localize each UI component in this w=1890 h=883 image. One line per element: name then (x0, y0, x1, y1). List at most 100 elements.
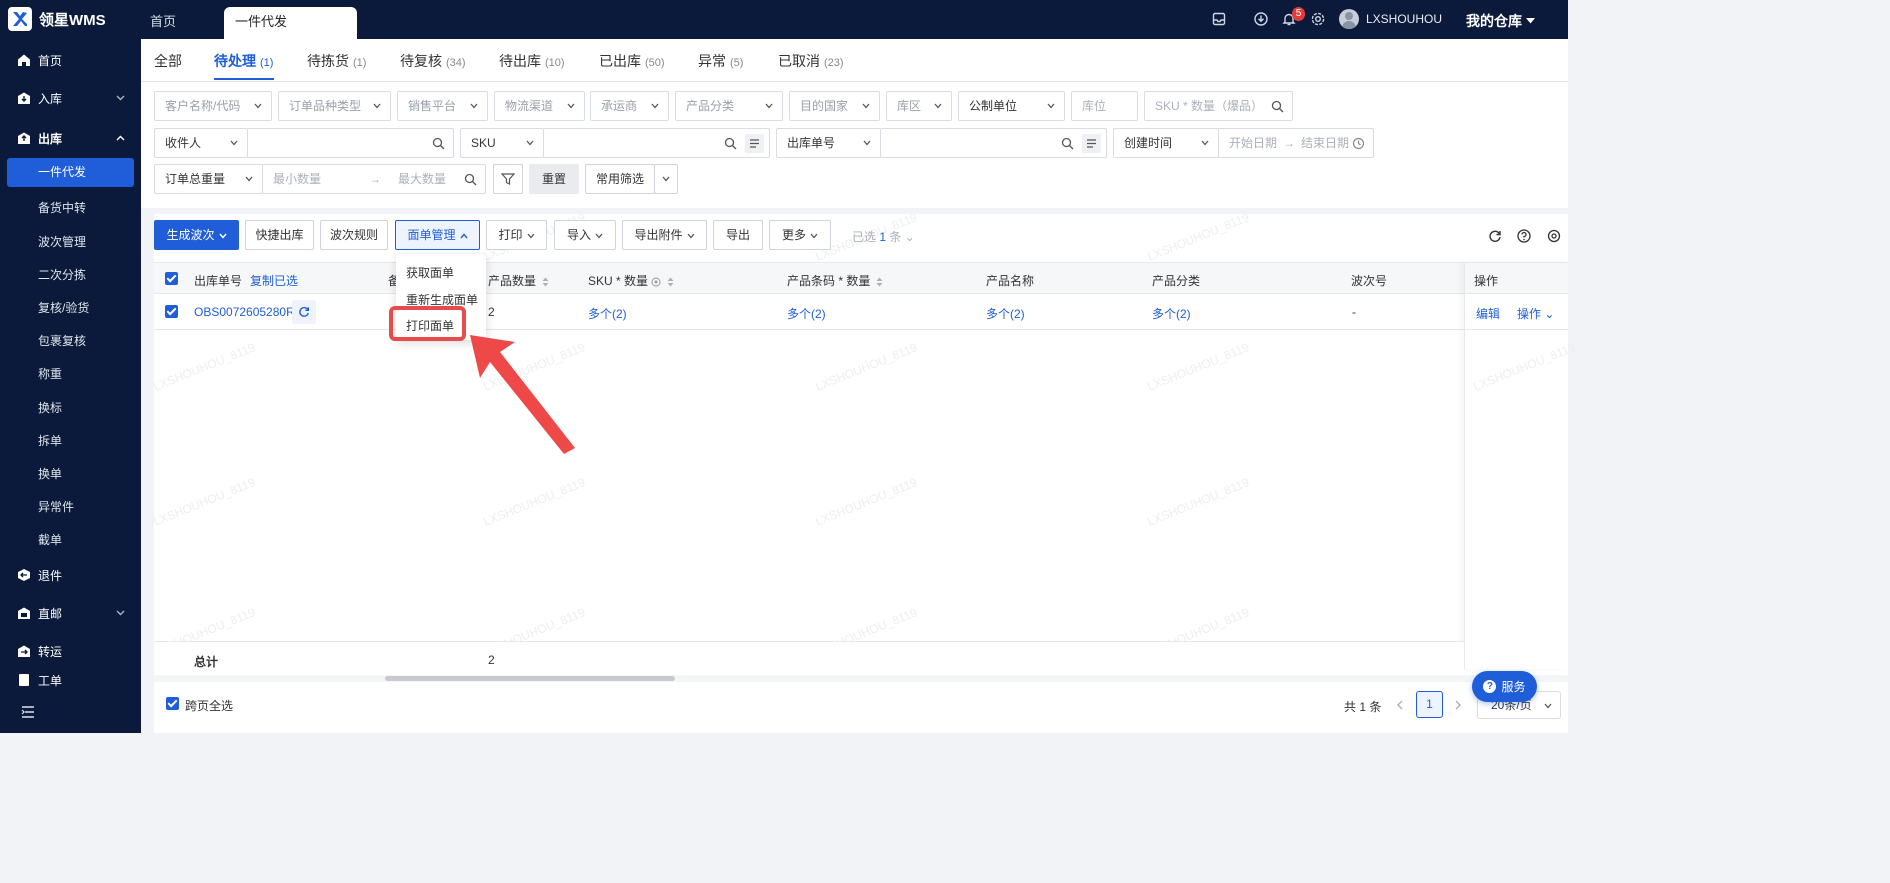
help-icon[interactable] (1517, 229, 1531, 243)
qty-range-input[interactable]: 最小数量 → 最大数量 (262, 164, 486, 194)
sidebar-subitem-wave-mgmt[interactable]: 波次管理 (38, 233, 86, 250)
import-button[interactable]: 导入 (554, 220, 616, 250)
download-icon[interactable] (1253, 11, 1269, 27)
sidebar-item-transfer[interactable]: 转运 (0, 635, 141, 667)
top-tab-dropship[interactable]: 一件代发 (224, 7, 357, 39)
cross-page-select-label[interactable]: 跨页全选 (185, 697, 233, 714)
sku-qty-link[interactable]: 多个(2) (588, 305, 627, 322)
sidebar-subitem-split-order[interactable]: 拆单 (38, 432, 62, 449)
row-checkbox[interactable] (165, 305, 178, 318)
recipient-type-select[interactable]: 收件人 (154, 128, 248, 158)
batch-input-icon[interactable] (1082, 134, 1101, 153)
tab-cancelled[interactable]: 已取消 (23) (778, 51, 844, 71)
export-attachment-button[interactable]: 导出附件 (622, 220, 707, 250)
sidebar-subitem-review[interactable]: 复核/验货 (38, 299, 89, 316)
col-sku-qty[interactable]: SKU * 数量 (588, 272, 674, 289)
time-type-select[interactable]: 创建时间 (1113, 128, 1219, 158)
menu-item-get-label[interactable]: 获取面单 (406, 264, 454, 281)
order-refresh-button[interactable] (292, 300, 316, 324)
sidebar-item-returns[interactable]: 退件 (0, 559, 141, 591)
quick-outbound-button[interactable]: 快捷出库 (245, 220, 314, 250)
sort-icon[interactable] (876, 277, 883, 287)
more-button[interactable]: 更多 (769, 220, 831, 250)
refresh-icon[interactable] (1488, 229, 1502, 243)
sidebar-subitem-weighing[interactable]: 称重 (38, 365, 62, 382)
order-type-select[interactable]: 订单品种类型 (278, 91, 391, 121)
sidebar-item-inbound[interactable]: 入库 (0, 82, 141, 114)
sku-input[interactable] (543, 128, 770, 158)
common-filter-dropdown[interactable] (654, 164, 678, 194)
product-category-select[interactable]: 产品分类 (675, 91, 783, 121)
filter-settings-button[interactable] (493, 164, 523, 194)
order-no-input[interactable] (880, 128, 1107, 158)
tab-exception[interactable]: 异常 (5) (698, 51, 743, 71)
info-icon[interactable] (651, 277, 661, 287)
sidebar-item-outbound[interactable]: 出库 (0, 122, 141, 154)
tab-to-review[interactable]: 待复核 (34) (400, 51, 466, 71)
search-icon[interactable] (1271, 100, 1284, 113)
page-number[interactable]: 1 (1416, 691, 1443, 718)
qty-type-select[interactable]: 订单总重量 (154, 164, 263, 194)
sort-icon[interactable] (542, 277, 549, 287)
destination-country-select[interactable]: 目的国家 (789, 91, 880, 121)
inbox-icon[interactable] (1211, 11, 1227, 27)
order-no-type-select[interactable]: 出库单号 (776, 128, 881, 158)
settings-icon[interactable] (1310, 11, 1326, 27)
wave-rules-button[interactable]: 波次规则 (320, 220, 388, 250)
sidebar-item-home[interactable]: 首页 (0, 44, 141, 76)
sidebar-subitem-stock-transfer[interactable]: 备货中转 (38, 199, 86, 216)
platform-select[interactable]: 销售平台 (397, 91, 488, 121)
app-logo[interactable]: 领星WMS (8, 7, 106, 31)
export-button[interactable]: 导出 (713, 220, 763, 250)
tab-to-pick[interactable]: 待拣货 (1) (307, 51, 366, 71)
sidebar-subitem-change-order[interactable]: 换单 (38, 465, 62, 482)
logistics-channel-select[interactable]: 物流渠道 (494, 91, 585, 121)
top-tab-home[interactable]: 首页 (150, 7, 176, 39)
col-product-qty[interactable]: 产品数量 (488, 272, 549, 289)
menu-collapse-icon[interactable] (21, 705, 35, 719)
customer-select[interactable]: 客户名称/代码 (154, 91, 272, 121)
sku-qty-input[interactable]: SKU * 数量（爆品） (1144, 91, 1293, 121)
column-settings-icon[interactable] (1547, 229, 1561, 243)
zone-select[interactable]: 库区 (886, 91, 952, 121)
sku-type-select[interactable]: SKU (460, 128, 544, 158)
col-barcode-qty[interactable]: 产品条码 * 数量 (787, 272, 883, 289)
service-button[interactable]: ? 服务 (1472, 671, 1537, 702)
date-range-picker[interactable]: 开始日期 → 结束日期 (1218, 128, 1374, 158)
label-management-button[interactable]: 面单管理 (395, 220, 480, 250)
table-row[interactable]: OBS0072605280RS 2 多个(2) 多个(2) 多个(2) 多个(2… (154, 294, 1568, 330)
tab-to-ship[interactable]: 待出库 (10) (499, 51, 565, 71)
tab-pending[interactable]: 待处理 (1) (214, 51, 273, 71)
sidebar-subitem-intercept[interactable]: 截单 (38, 531, 62, 548)
product-name-link[interactable]: 多个(2) (986, 305, 1025, 322)
unit-select[interactable]: 公制单位 (958, 91, 1065, 121)
sidebar-subitem-secondary-sort[interactable]: 二次分拣 (38, 266, 86, 283)
search-icon[interactable] (432, 137, 445, 150)
horizontal-scroll-track[interactable] (154, 675, 1568, 682)
select-all-checkbox[interactable] (165, 272, 178, 285)
reset-button[interactable]: 重置 (529, 164, 579, 194)
sidebar-item-work-order[interactable]: 工单 (0, 673, 141, 687)
location-input[interactable]: 库位 (1071, 91, 1138, 121)
barcode-qty-link[interactable]: 多个(2) (787, 305, 826, 322)
product-category-link[interactable]: 多个(2) (1152, 305, 1191, 322)
cross-page-select-checkbox[interactable] (166, 697, 179, 710)
tab-all[interactable]: 全部 (154, 51, 182, 71)
generate-wave-button[interactable]: 生成波次 (154, 220, 239, 250)
selected-count[interactable]: 已选 1 条 ⌄ (852, 228, 915, 245)
search-icon[interactable] (1061, 137, 1074, 150)
tab-shipped[interactable]: 已出库 (50) (599, 51, 665, 71)
sidebar-subitem-relabel[interactable]: 换标 (38, 399, 62, 416)
order-no-link[interactable]: OBS0072605280RS (194, 305, 303, 319)
prev-page-icon[interactable] (1396, 700, 1404, 710)
common-filter-button[interactable]: 常用筛选 (585, 164, 655, 194)
sort-icon[interactable] (667, 277, 674, 287)
sidebar-subitem-dropship[interactable]: 一件代发 (7, 158, 134, 187)
batch-input-icon[interactable] (745, 134, 764, 153)
warehouse-selector[interactable]: 我的仓库 (1466, 11, 1535, 31)
sidebar-subitem-exception[interactable]: 异常件 (38, 498, 74, 515)
horizontal-scrollbar[interactable] (385, 676, 675, 681)
recipient-input[interactable] (247, 128, 454, 158)
carrier-select[interactable]: 承运商 (590, 91, 669, 121)
user-menu[interactable]: LXSHOUHOU (1339, 9, 1442, 29)
